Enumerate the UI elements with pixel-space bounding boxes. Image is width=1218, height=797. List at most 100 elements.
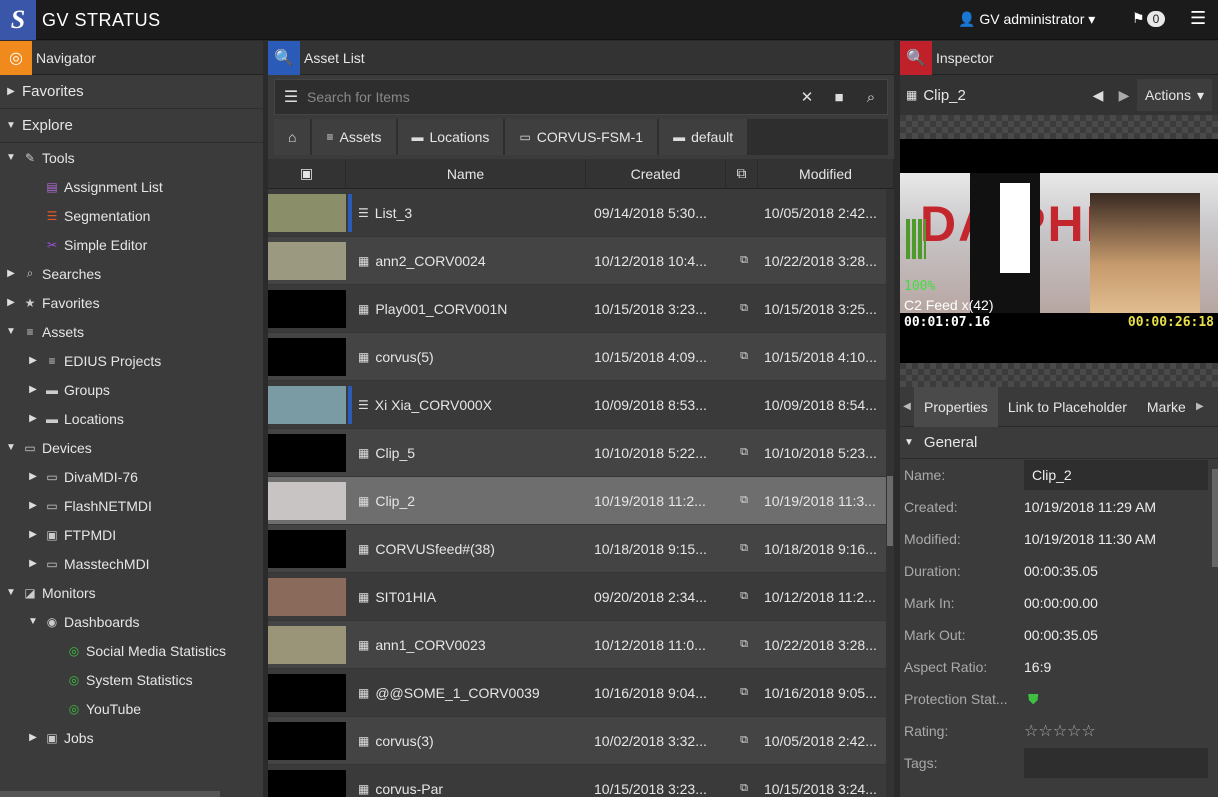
search-icon[interactable]: ⌕ bbox=[855, 89, 887, 106]
table-row[interactable]: ☰ Xi Xia_CORV000X 10/09/2018 8:53... 10/09/… bbox=[268, 381, 886, 429]
property-label: Duration: bbox=[904, 563, 961, 579]
tab-scroll-right-icon[interactable]: ▶ bbox=[1193, 401, 1207, 412]
save-search-icon[interactable]: ■ bbox=[823, 89, 855, 106]
nav-item-monitors[interactable]: ▼ ◪ Monitors bbox=[0, 578, 263, 607]
clear-icon[interactable]: ✕ bbox=[791, 88, 823, 106]
asset-thumbnail[interactable] bbox=[268, 673, 346, 712]
app-title: GV STRATUS bbox=[42, 10, 161, 30]
nav-item-jobs[interactable]: ▶ ▣ Jobs bbox=[0, 723, 263, 752]
tab-link-to-placeholder[interactable]: Link to Placeholder bbox=[998, 387, 1137, 427]
asset-thumbnail[interactable] bbox=[268, 481, 346, 520]
notifications-button[interactable]: ⚑ 0 bbox=[1132, 10, 1166, 27]
table-row[interactable]: ▦ ann2_CORV0024 10/12/2018 10:4... ⧉ 10/22/2… bbox=[268, 237, 886, 285]
asset-thumbnail[interactable] bbox=[268, 385, 346, 424]
general-section-header[interactable]: ▼ General bbox=[900, 427, 1218, 459]
asset-thumbnail[interactable] bbox=[268, 625, 346, 664]
asset-thumbnail[interactable] bbox=[268, 769, 346, 797]
property-row: Tags: bbox=[900, 747, 1218, 779]
name-cell: ▦ ann1_CORV0023 bbox=[358, 637, 588, 653]
breadcrumb-home[interactable]: ⌂ bbox=[274, 119, 311, 155]
nav-item-assets[interactable]: ▼ ≡ Assets bbox=[0, 317, 263, 346]
user-menu[interactable]: 👤 GV administrator ▾ bbox=[958, 11, 1095, 28]
nav-item-label: YouTube bbox=[86, 700, 142, 717]
asset-thumbnail[interactable] bbox=[268, 721, 346, 760]
nav-item-flashnetmdi[interactable]: ▶ ▭ FlashNETMDI bbox=[0, 491, 263, 520]
asset-thumbnail[interactable] bbox=[268, 289, 346, 328]
actions-dropdown[interactable]: Actions ▾ bbox=[1137, 79, 1212, 111]
created-column-header[interactable]: Created bbox=[586, 159, 726, 188]
table-row[interactable]: ▦ @@SOME_1_CORV0039 10/16/2018 9:04... ⧉ 10/… bbox=[268, 669, 886, 717]
inspector-scrollbar[interactable] bbox=[1212, 469, 1218, 567]
thumbnail-column-header[interactable]: ▣ bbox=[268, 159, 346, 188]
table-row[interactable]: ▦ Clip_5 10/10/2018 5:22... ⧉ 10/10/2018 5:2… bbox=[268, 429, 886, 477]
nav-item-dashboards[interactable]: ▼ ◉ Dashboards bbox=[0, 607, 263, 636]
tab-markers[interactable]: Marke bbox=[1137, 387, 1193, 427]
nav-item-locations[interactable]: ▶ ▬ Locations bbox=[0, 404, 263, 433]
asset-thumbnail[interactable] bbox=[268, 193, 346, 232]
table-row[interactable]: ▦ SIT01HIA 09/20/2018 2:34... ⧉ 10/12/2018 1… bbox=[268, 573, 886, 621]
modified-column-header[interactable]: Modified bbox=[758, 159, 894, 188]
property-text[interactable]: ☆☆☆☆☆ bbox=[1024, 723, 1096, 740]
search-input[interactable]: Search for Items bbox=[307, 89, 791, 105]
asset-thumbnail[interactable] bbox=[268, 529, 346, 568]
stats-icon: ◎ bbox=[68, 701, 80, 716]
hamburger-menu-icon[interactable]: ☰ bbox=[1190, 8, 1206, 29]
nav-section-explore[interactable]: ▼ Explore bbox=[0, 109, 263, 143]
nav-item-ftpmdi[interactable]: ▶ ▣ FTPMDI bbox=[0, 520, 263, 549]
nav-section-favorites[interactable]: ▶ Favorites bbox=[0, 75, 263, 109]
asset-list-scrollbar[interactable] bbox=[886, 189, 894, 797]
property-input[interactable]: Clip_2 bbox=[1024, 460, 1208, 490]
asset-thumbnail[interactable] bbox=[268, 337, 346, 376]
table-row[interactable]: ▦ Clip_2 10/19/2018 11:2... ⧉ 10/19/2018 11:… bbox=[268, 477, 886, 525]
table-row[interactable]: ☰ List_3 09/14/2018 5:30... 10/05/2018 2:42… bbox=[268, 189, 886, 237]
asset-thumbnail[interactable] bbox=[268, 577, 346, 616]
breadcrumb-locations[interactable]: ▬ Locations bbox=[397, 119, 504, 155]
nav-item-simple-editor[interactable]: ✂ Simple Editor bbox=[0, 230, 263, 259]
nav-item-masstechmdi[interactable]: ▶ ▭ MasstechMDI bbox=[0, 549, 263, 578]
back-arrow-icon[interactable]: ◀ bbox=[1085, 87, 1111, 104]
table-row[interactable]: ▦ corvus(5) 10/15/2018 4:09... ⧉ 10/15/2018 … bbox=[268, 333, 886, 381]
gv-logo[interactable]: S bbox=[0, 0, 36, 40]
list-indicator bbox=[348, 434, 352, 472]
tab-scroll-left-icon[interactable]: ◀ bbox=[900, 401, 914, 412]
breadcrumb-assets[interactable]: ≡ Assets bbox=[312, 119, 396, 155]
nav-item-social-media-statistics[interactable]: ◎ Social Media Statistics bbox=[0, 636, 263, 665]
table-row[interactable]: ▦ corvus(3) 10/02/2018 3:32... ⧉ 10/05/2018 … bbox=[268, 717, 886, 765]
nav-item-label: Devices bbox=[42, 439, 92, 456]
nav-item-system-statistics[interactable]: ◎ System Statistics bbox=[0, 665, 263, 694]
nav-item-label: DivaMDI-76 bbox=[64, 468, 138, 485]
shield-icon[interactable]: ⛊ bbox=[1028, 691, 1039, 707]
property-value bbox=[1024, 748, 1218, 778]
asset-thumbnail[interactable] bbox=[268, 241, 346, 280]
nav-item-groups[interactable]: ▶ ▬ Groups bbox=[0, 375, 263, 404]
breadcrumb-default[interactable]: ▬ default bbox=[659, 119, 748, 155]
asset-thumbnail[interactable] bbox=[268, 433, 346, 472]
nav-item-favorites[interactable]: ▶ ★ Favorites bbox=[0, 288, 263, 317]
nav-item-divamdi-76[interactable]: ▶ ▭ DivaMDI-76 bbox=[0, 462, 263, 491]
created-cell: 10/18/2018 9:15... bbox=[594, 540, 707, 557]
nav-item-devices[interactable]: ▼ ▭ Devices bbox=[0, 433, 263, 462]
navigator-scrollbar[interactable] bbox=[0, 791, 220, 797]
nav-item-edius-projects[interactable]: ▶ ≡ EDIUS Projects bbox=[0, 346, 263, 375]
video-player[interactable]: DAIPHIN 100% C2 Feed x(42) 00:01:07.16 0… bbox=[900, 139, 1218, 363]
table-row[interactable]: ▦ corvus-Par 10/15/2018 3:23... ⧉ 10/15/2018… bbox=[268, 765, 886, 797]
audio-meter bbox=[906, 219, 926, 259]
property-value: 10/19/2018 11:30 AM bbox=[1024, 531, 1218, 547]
nav-item-searches[interactable]: ▶ ⌕ Searches bbox=[0, 259, 263, 288]
tab-properties[interactable]: Properties bbox=[914, 386, 998, 427]
scrollbar-thumb[interactable] bbox=[887, 476, 893, 546]
table-row[interactable]: ▦ ann1_CORV0023 10/12/2018 11:0... ⧉ 10/22/2… bbox=[268, 621, 886, 669]
property-input[interactable] bbox=[1024, 748, 1208, 778]
forward-arrow-icon[interactable]: ▶ bbox=[1111, 87, 1137, 104]
table-row[interactable]: ▦ CORVUSfeed#(38) 10/18/2018 9:15... ⧉ 10/18… bbox=[268, 525, 886, 573]
nav-item-segmentation[interactable]: ☰ Segmentation bbox=[0, 201, 263, 230]
nav-item-tools[interactable]: ▼ ✎ Tools bbox=[0, 143, 263, 172]
name-column-header[interactable]: Name bbox=[346, 159, 586, 188]
property-value: Clip_2 bbox=[1024, 460, 1218, 490]
search-menu-icon[interactable]: ☰ bbox=[275, 87, 307, 107]
nav-item-youtube[interactable]: ◎ YouTube bbox=[0, 694, 263, 723]
nav-item-assignment-list[interactable]: ▤ Assignment List bbox=[0, 172, 263, 201]
link-column-header[interactable]: ⧉ bbox=[726, 159, 758, 188]
table-row[interactable]: ▦ Play001_CORV001N 10/15/2018 3:23... ⧉ 10/1… bbox=[268, 285, 886, 333]
breadcrumb-corvus[interactable]: ▭ CORVUS-FSM-1 bbox=[505, 119, 658, 155]
